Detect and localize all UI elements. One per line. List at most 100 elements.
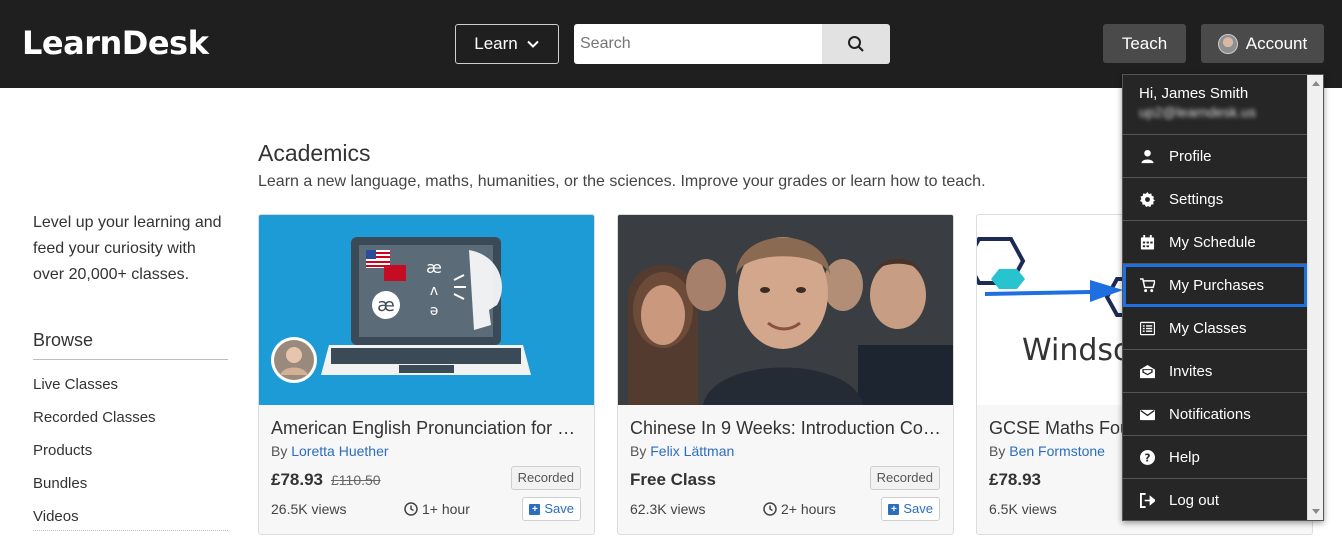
- logout-icon: [1140, 493, 1155, 508]
- by-prefix: By: [989, 443, 1006, 459]
- list-icon: [1140, 321, 1155, 335]
- question-icon: ?: [1140, 449, 1155, 465]
- class-card[interactable]: æ æ ʌ ə American English Pronunciation f…: [258, 214, 595, 535]
- account-dropdown-menu: Hi, James Smith up2@learndesk.us Profile…: [1122, 74, 1324, 521]
- account-menu-header: Hi, James Smith up2@learndesk.us: [1123, 75, 1307, 135]
- section-title: Academics: [258, 140, 371, 166]
- scroll-down-icon[interactable]: [1312, 509, 1320, 514]
- menu-item-label: Notifications: [1169, 405, 1251, 423]
- menu-item-log-out[interactable]: Log out: [1123, 479, 1307, 522]
- menu-scrollbar[interactable]: [1307, 75, 1323, 520]
- card-duration: 2+ hours: [763, 501, 836, 517]
- sidebar-item-bundles[interactable]: Bundles: [33, 467, 228, 500]
- duration-text: 1+ hour: [422, 501, 470, 517]
- sidebar-item-products[interactable]: Products: [33, 434, 228, 467]
- students-photo: [618, 215, 953, 405]
- annotation-arrow: [985, 280, 1123, 302]
- card-title[interactable]: American English Pronunciation for Begin…: [271, 418, 583, 439]
- menu-item-label: Settings: [1169, 190, 1224, 208]
- card-price: £78.93 £110.50: [271, 470, 381, 490]
- sidebar-item-live-classes[interactable]: Live Classes: [33, 368, 228, 401]
- gear-icon: [1140, 191, 1155, 207]
- envelope-icon: [1140, 409, 1155, 420]
- menu-item-label: Help: [1169, 448, 1200, 466]
- calendar-icon: [1140, 234, 1155, 250]
- svg-text:?: ?: [1145, 452, 1151, 464]
- avatar: [1217, 33, 1238, 54]
- card-views: 62.3K views: [630, 501, 706, 517]
- author-link[interactable]: Felix Lättman: [650, 443, 734, 459]
- recorded-badge: Recorded: [869, 466, 940, 490]
- price-current: £78.93: [271, 470, 323, 489]
- menu-item-label: My Purchases: [1169, 276, 1265, 294]
- by-prefix: By: [630, 443, 647, 459]
- card-price: £78.93: [989, 470, 1041, 489]
- cart-icon: [1140, 277, 1155, 292]
- learn-label: Learn: [474, 34, 518, 53]
- duration-text: 2+ hours: [781, 501, 836, 517]
- menu-item-help[interactable]: ? Help: [1123, 436, 1307, 479]
- menu-item-profile[interactable]: Profile: [1123, 135, 1307, 178]
- search-icon: [848, 36, 864, 52]
- sidebar-divider: [33, 530, 228, 531]
- clock-icon: [763, 502, 777, 516]
- menu-item-settings[interactable]: Settings: [1123, 178, 1307, 221]
- user-email: up2@learndesk.us: [1139, 104, 1256, 120]
- menu-item-label: Profile: [1169, 147, 1212, 165]
- save-label: Save: [903, 501, 933, 516]
- menu-item-label: My Schedule: [1169, 233, 1256, 251]
- card-views: 6.5K views: [989, 501, 1057, 517]
- menu-item-my-classes[interactable]: My Classes: [1123, 307, 1307, 350]
- laptop-illustration: æ æ ʌ ə: [271, 237, 531, 383]
- clock-icon: [404, 502, 418, 516]
- sidebar: Level up your learning and feed your cur…: [33, 210, 228, 533]
- author-link[interactable]: Loretta Huether: [291, 443, 388, 459]
- logo[interactable]: LearnDesk: [22, 24, 209, 62]
- class-thumbnail[interactable]: æ æ ʌ ə: [259, 215, 594, 405]
- save-button[interactable]: + Save: [522, 497, 581, 521]
- scroll-up-icon[interactable]: [1312, 81, 1320, 86]
- plus-icon: +: [888, 503, 900, 515]
- plus-icon: +: [529, 503, 541, 515]
- greeting-text: Hi, James Smith: [1139, 85, 1249, 102]
- save-button[interactable]: + Save: [881, 497, 940, 521]
- recorded-badge: Recorded: [510, 466, 581, 490]
- card-title[interactable]: Chinese In 9 Weeks: Introduction Course: [630, 418, 942, 439]
- svg-text:ʌ: ʌ: [430, 283, 438, 299]
- search-input[interactable]: [574, 24, 822, 64]
- browse-heading: Browse: [33, 330, 228, 360]
- menu-item-label: My Classes: [1169, 319, 1247, 337]
- price-original: £110.50: [331, 472, 381, 488]
- card-author: By Ben Formstone: [989, 443, 1105, 459]
- card-price: Free Class: [630, 470, 716, 489]
- card-views: 26.5K views: [271, 501, 347, 517]
- search-button[interactable]: [822, 24, 890, 64]
- menu-item-invites[interactable]: Invites: [1123, 350, 1307, 393]
- class-thumbnail[interactable]: [618, 215, 953, 405]
- teach-button[interactable]: Teach: [1103, 24, 1186, 63]
- card-author: By Loretta Huether: [271, 443, 389, 459]
- section-subtitle: Learn a new language, maths, humanities,…: [258, 173, 986, 190]
- menu-item-label: Invites: [1169, 362, 1213, 380]
- menu-item-notifications[interactable]: Notifications: [1123, 393, 1307, 436]
- user-icon: [1141, 149, 1154, 163]
- sidebar-item-videos[interactable]: Videos: [33, 500, 228, 533]
- card-duration: 1+ hour: [404, 501, 470, 517]
- menu-item-my-purchases[interactable]: My Purchases: [1123, 264, 1307, 307]
- chevron-down-icon: [527, 40, 539, 48]
- card-author: By Felix Lättman: [630, 443, 734, 459]
- author-link[interactable]: Ben Formstone: [1009, 443, 1105, 459]
- learn-dropdown-button[interactable]: Learn: [455, 24, 559, 64]
- sidebar-item-recorded-classes[interactable]: Recorded Classes: [33, 401, 228, 434]
- class-card[interactable]: Chinese In 9 Weeks: Introduction Course …: [617, 214, 954, 535]
- svg-text:æ: æ: [426, 258, 442, 277]
- account-label: Account: [1245, 33, 1308, 53]
- account-button[interactable]: Account: [1201, 24, 1324, 63]
- menu-item-label: Log out: [1169, 492, 1220, 509]
- envelope-open-icon: [1140, 364, 1155, 378]
- save-label: Save: [544, 501, 574, 516]
- by-prefix: By: [271, 443, 288, 459]
- search-bar: [574, 24, 890, 64]
- menu-item-my-schedule[interactable]: My Schedule: [1123, 221, 1307, 264]
- svg-text:ə: ə: [430, 303, 439, 319]
